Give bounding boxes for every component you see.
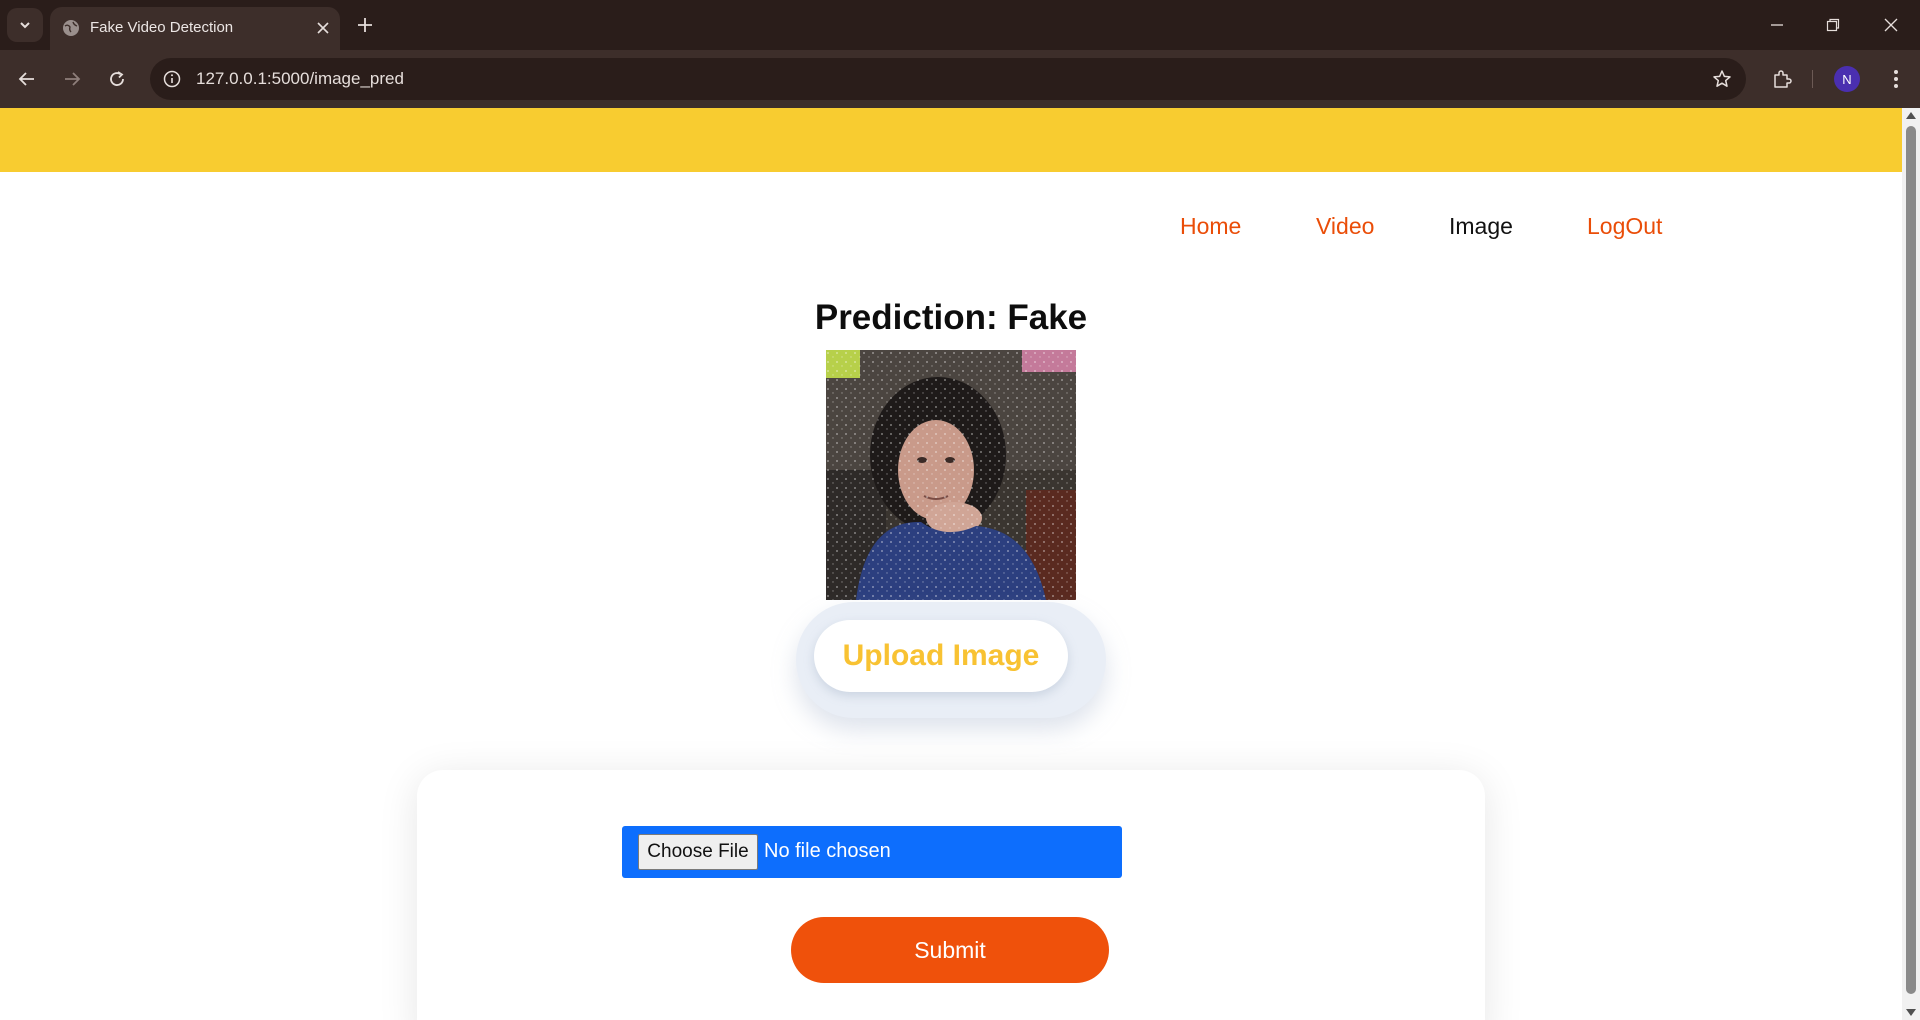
tab-search-button[interactable]	[7, 8, 43, 42]
back-button[interactable]	[11, 63, 43, 95]
nav-link-video[interactable]: Video	[1316, 213, 1374, 240]
upload-form-card: Choose File No file chosen Submit	[417, 770, 1485, 1020]
star-icon	[1713, 70, 1731, 87]
tab-close-button[interactable]	[312, 17, 334, 39]
submit-button[interactable]: Submit	[791, 917, 1109, 983]
close-icon	[317, 22, 329, 34]
toolbar-divider	[1812, 70, 1813, 88]
minimize-icon	[1771, 24, 1783, 26]
nav-link-logout[interactable]: LogOut	[1587, 213, 1662, 240]
new-tab-button[interactable]	[352, 12, 378, 38]
scroll-down-arrow-icon[interactable]	[1906, 1009, 1916, 1016]
url-text[interactable]: 127.0.0.1:5000/image_pred	[196, 69, 404, 89]
forward-button[interactable]	[56, 63, 88, 95]
page-scrollbar[interactable]	[1902, 108, 1920, 1020]
reload-button[interactable]	[101, 63, 133, 95]
profile-avatar[interactable]: N	[1834, 66, 1860, 92]
restore-button[interactable]	[1818, 12, 1848, 38]
browser-menu-button[interactable]	[1880, 63, 1912, 95]
arrow-left-icon	[18, 72, 34, 86]
info-icon	[163, 70, 181, 88]
file-status-text: No file chosen	[764, 840, 891, 862]
browser-toolbar: 127.0.0.1:5000/image_pred N	[0, 50, 1920, 108]
scroll-up-arrow-icon[interactable]	[1906, 112, 1916, 119]
scroll-thumb[interactable]	[1906, 126, 1916, 994]
close-icon	[1884, 18, 1898, 32]
nav-link-image[interactable]: Image	[1449, 213, 1513, 240]
extensions-button[interactable]	[1766, 63, 1798, 95]
choose-file-button[interactable]: Choose File	[638, 834, 758, 870]
globe-icon	[63, 20, 79, 36]
upload-image-button[interactable]: Upload Image	[814, 620, 1068, 692]
file-input[interactable]: Choose File No file chosen	[622, 826, 1122, 878]
more-vertical-icon	[1894, 70, 1898, 88]
minimize-button[interactable]	[1762, 12, 1792, 38]
uploaded-image-preview	[826, 350, 1076, 600]
close-window-button[interactable]	[1876, 12, 1906, 38]
upload-image-badge: Upload Image	[796, 602, 1106, 718]
nav-link-home[interactable]: Home	[1180, 213, 1241, 240]
browser-tab-bar: Fake Video Detection	[0, 0, 1920, 50]
plus-icon	[358, 18, 372, 32]
prediction-heading: Prediction: Fake	[814, 298, 1088, 337]
site-info-button[interactable]	[160, 67, 184, 91]
page-viewport: Home Video Image LogOut Prediction: Fake	[0, 108, 1902, 1020]
reload-icon	[110, 71, 124, 86]
arrow-right-icon	[65, 72, 81, 86]
puzzle-icon	[1774, 70, 1792, 88]
bookmark-button[interactable]	[1710, 67, 1734, 91]
upload-image-label: Upload Image	[842, 639, 1040, 672]
header-banner	[0, 108, 1902, 172]
portrait-image	[826, 350, 1076, 600]
browser-tab[interactable]: Fake Video Detection	[50, 7, 340, 50]
address-bar[interactable]: 127.0.0.1:5000/image_pred	[150, 58, 1746, 100]
chevron-down-icon	[20, 22, 30, 29]
tab-title: Fake Video Detection	[90, 19, 234, 36]
restore-icon	[1826, 18, 1840, 32]
